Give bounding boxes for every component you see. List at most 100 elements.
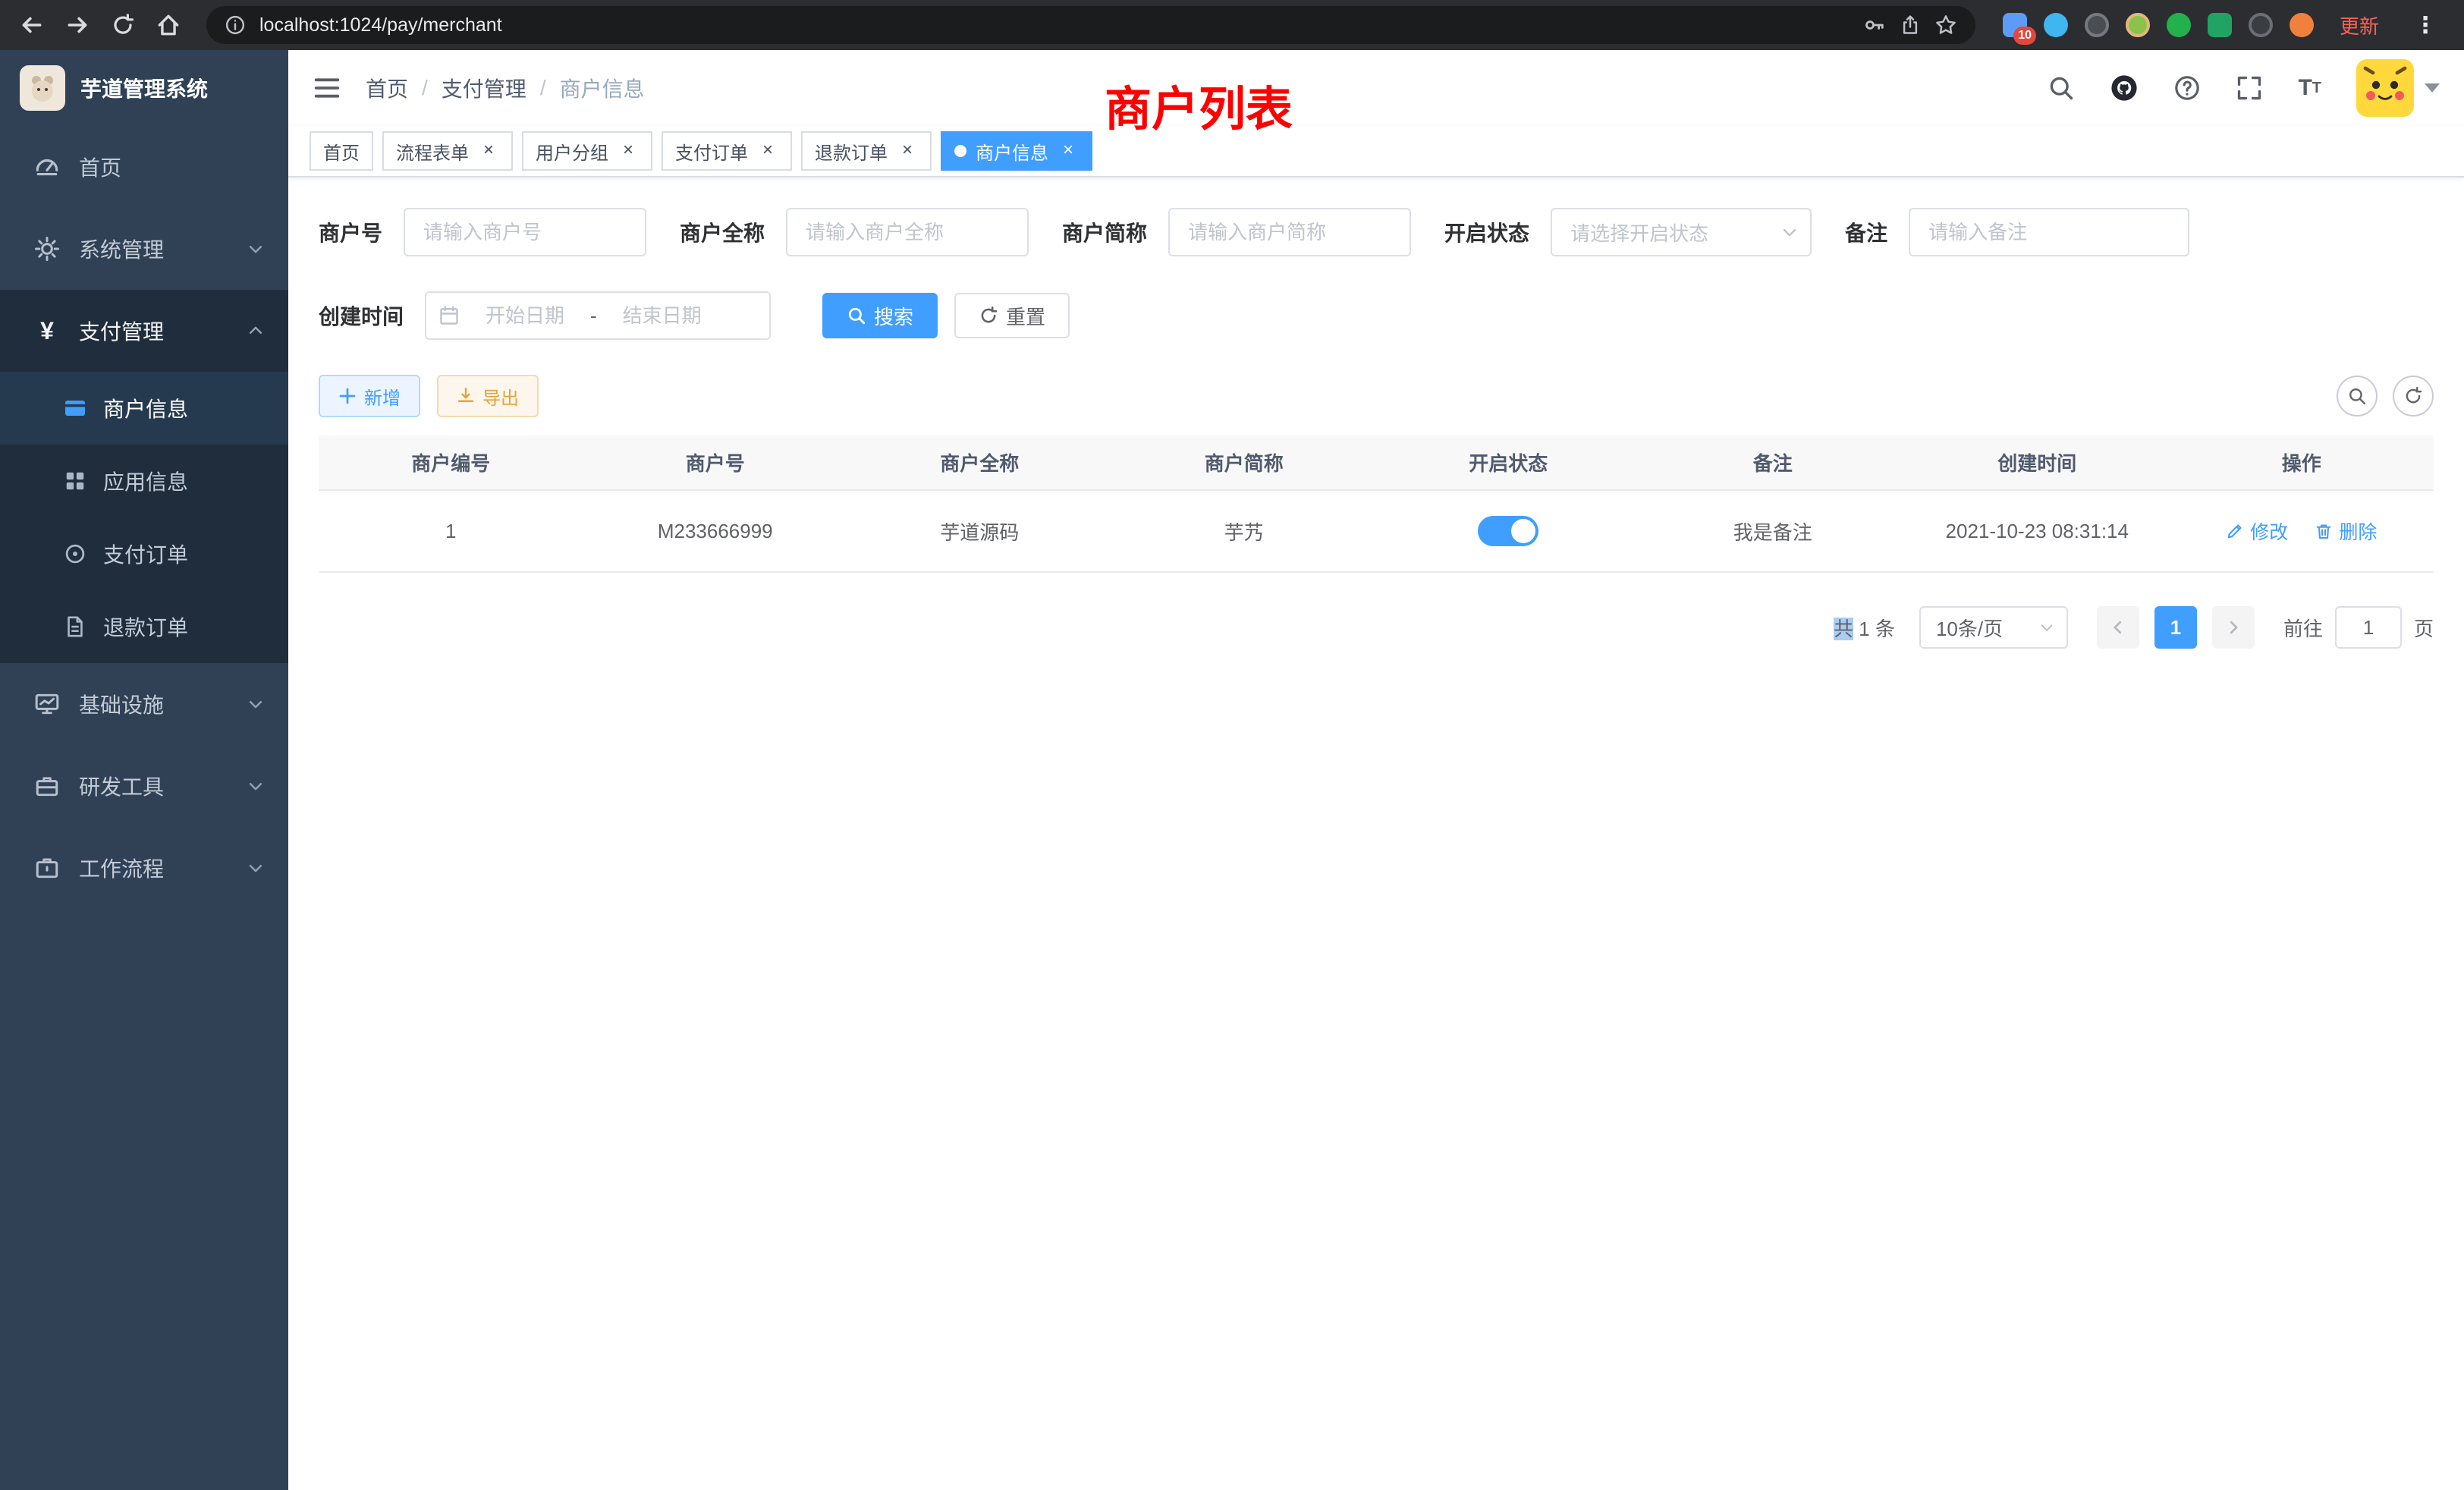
table-toolbar: 新增 导出 [319, 375, 2434, 417]
sidebar-item-devtools[interactable]: 研发工具 [0, 745, 288, 827]
delete-link[interactable]: 删除 [2315, 517, 2377, 545]
add-button-label: 新增 [364, 383, 401, 410]
field-label: 创建时间 [319, 300, 404, 331]
extension-avatar-icon[interactable] [2126, 13, 2150, 37]
info-icon[interactable] [225, 14, 246, 36]
collapse-sidebar-icon[interactable] [313, 74, 341, 102]
sidebar-item-merchant-info[interactable]: 商户信息 [0, 372, 288, 445]
main-area: 首页 / 支付管理 / 商户信息 商户列表 [288, 50, 2464, 1490]
tab-pay-order[interactable]: 支付订单 × [662, 131, 792, 171]
tab-home[interactable]: 首页 [310, 131, 373, 171]
browser-menu-icon[interactable]: ⋮ [2408, 12, 2443, 39]
home-icon[interactable] [149, 5, 188, 45]
url-bar[interactable]: localhost:1024/pay/merchant [206, 6, 1975, 44]
status-select[interactable]: 请选择开启状态 [1551, 208, 1812, 256]
user-avatar[interactable] [2356, 59, 2440, 117]
sidebar-item-label: 商户信息 [103, 393, 188, 423]
start-date-input[interactable] [466, 304, 584, 328]
share-icon[interactable] [1900, 14, 1921, 36]
sidebar-item-pay-order[interactable]: 支付订单 [0, 517, 288, 590]
document-icon [62, 615, 88, 638]
col-header-status: 开启状态 [1376, 435, 1641, 490]
sidebar-logo[interactable]: 芋道管理系统 [0, 50, 288, 126]
topbar: 首页 / 支付管理 / 商户信息 商户列表 [288, 50, 2464, 126]
refresh-icon[interactable] [2393, 376, 2434, 417]
filter-status: 开启状态 请选择开启状态 [1444, 208, 1812, 256]
total-count: 1 [1859, 618, 1869, 640]
tab-process-form[interactable]: 流程表单 × [382, 131, 513, 171]
chevron-up-icon [247, 322, 264, 339]
bookmark-star-icon[interactable] [1934, 14, 1957, 36]
github-icon[interactable] [2110, 74, 2139, 102]
close-icon[interactable]: × [757, 140, 778, 162]
prev-page-button[interactable] [2097, 606, 2139, 649]
close-icon[interactable]: × [478, 140, 499, 162]
sidebar-item-workflow[interactable]: 工作流程 [0, 827, 288, 909]
close-icon[interactable]: × [1058, 140, 1079, 162]
extensions-puzzle-icon[interactable]: 10 [2003, 13, 2027, 37]
status-toggle[interactable] [1478, 516, 1538, 546]
reset-button[interactable]: 重置 [954, 293, 1070, 338]
merchant-table: 商户编号 商户号 商户全称 商户简称 开启状态 备注 创建时间 操作 1 [319, 435, 2434, 573]
search-icon[interactable] [2048, 74, 2075, 102]
page-size-select[interactable]: 10条/页 [1919, 606, 2068, 649]
toggle-search-icon[interactable] [2337, 376, 2378, 417]
col-header-id: 商户编号 [319, 435, 583, 490]
sidebar-item-payment[interactable]: ¥ 支付管理 [0, 290, 288, 372]
sidebar-item-label: 支付订单 [103, 539, 188, 569]
sidebar-item-refund-order[interactable]: 退款订单 [0, 590, 288, 663]
yen-icon: ¥ [33, 317, 61, 345]
breadcrumb-payment[interactable]: 支付管理 [442, 73, 526, 103]
short-name-input[interactable] [1168, 208, 1411, 256]
cell-id: 1 [319, 490, 583, 572]
tab-refund-order[interactable]: 退款订单 × [801, 131, 932, 171]
url-text[interactable]: localhost:1024/pay/merchant [259, 14, 1850, 36]
tab-user-group[interactable]: 用户分组 × [522, 131, 652, 171]
sidebar-item-infrastructure[interactable]: 基础设施 [0, 663, 288, 745]
close-icon[interactable]: × [897, 140, 918, 162]
forward-icon[interactable] [58, 5, 97, 45]
reset-button-label: 重置 [1006, 302, 1045, 330]
extension-notes-icon[interactable] [2208, 13, 2232, 37]
extension-face-icon[interactable] [2290, 13, 2314, 37]
goto-label: 前往 [2283, 614, 2323, 642]
extension-pin-icon[interactable] [2249, 13, 2273, 37]
cell-full-name: 芋道源码 [847, 490, 1112, 572]
close-icon[interactable]: × [618, 140, 639, 162]
full-name-input[interactable] [786, 208, 1029, 256]
key-icon[interactable] [1863, 14, 1886, 36]
monitor-icon [33, 691, 61, 717]
tab-merchant-info[interactable]: 商户信息 × [941, 131, 1092, 171]
extension-drop-icon[interactable] [2044, 13, 2068, 37]
export-button[interactable]: 导出 [437, 375, 539, 417]
remark-input[interactable] [1909, 208, 2189, 256]
breadcrumb-separator: / [422, 76, 428, 100]
merchant-no-input[interactable] [404, 208, 646, 256]
sidebar-item-system[interactable]: 系统管理 [0, 208, 288, 290]
extension-dark-icon[interactable] [2085, 13, 2109, 37]
caret-down-icon [2425, 83, 2440, 93]
fullscreen-icon[interactable] [2236, 74, 2263, 102]
add-button[interactable]: 新增 [319, 375, 420, 417]
edit-link[interactable]: 修改 [2226, 517, 2288, 545]
field-label: 商户号 [319, 217, 382, 247]
font-size-icon[interactable]: TT [2298, 75, 2321, 101]
help-icon[interactable] [2173, 74, 2201, 102]
goto-page-input[interactable] [2335, 606, 2402, 649]
browser-update-button[interactable]: 更新 [2340, 11, 2379, 39]
sidebar-item-home[interactable]: 首页 [0, 126, 288, 208]
end-date-input[interactable] [603, 304, 721, 328]
cell-remark: 我是备注 [1641, 490, 1906, 572]
breadcrumb-home[interactable]: 首页 [366, 73, 408, 103]
reload-icon[interactable] [103, 5, 143, 45]
filter-full-name: 商户全称 [680, 208, 1029, 256]
date-range-picker[interactable]: - [425, 291, 771, 340]
logo-image [20, 65, 65, 111]
next-page-button[interactable] [2212, 606, 2255, 649]
sidebar-item-app-info[interactable]: 应用信息 [0, 445, 288, 517]
extension-green-circle-icon[interactable] [2167, 13, 2191, 37]
search-button[interactable]: 搜索 [822, 293, 938, 338]
col-header-create-time: 创建时间 [1905, 435, 2170, 490]
back-icon[interactable] [12, 5, 52, 45]
page-number-button[interactable]: 1 [2154, 606, 2197, 649]
